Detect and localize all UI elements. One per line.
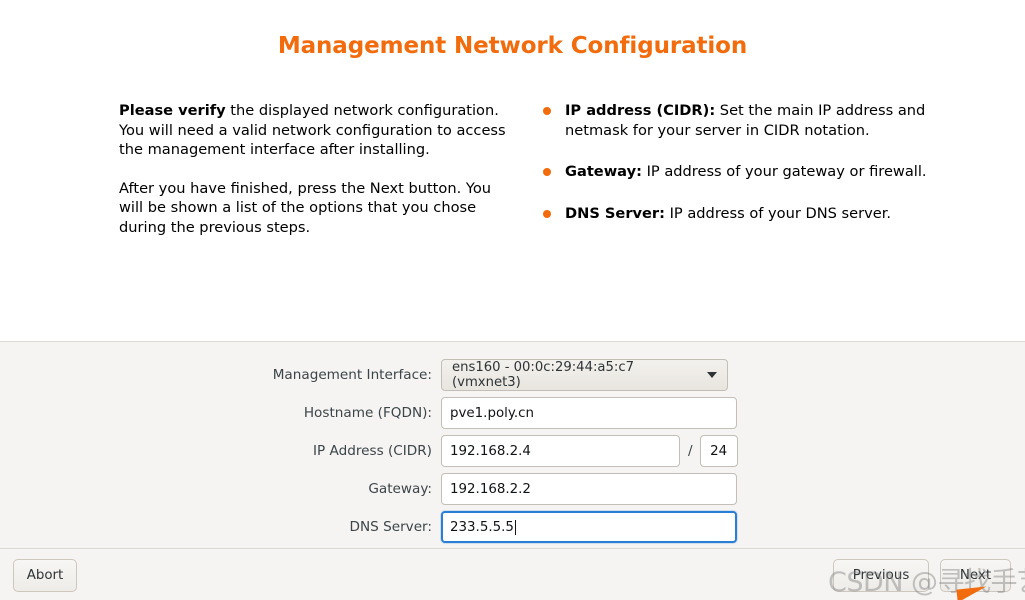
list-item: Gateway: IP address of your gateway or f… [536,162,956,182]
chevron-down-icon [707,372,717,378]
info-section: Management Network Configuration Please … [0,0,1025,342]
bullet-dot-icon [543,168,551,176]
hostname-input[interactable]: pve1.poly.cn [441,397,737,429]
intro-paragraph-2: After you have finished, press the Next … [119,179,492,236]
page-title: Management Network Configuration [277,33,748,59]
netmask-input-value: 24 [710,443,728,459]
dns-server-input-value: 233.5.5.5 [450,519,514,535]
bullet-text-gateway: IP address of your gateway or firewall. [641,163,927,180]
control-dns-server: 233.5.5.5 [441,511,737,543]
intro-left-column: Please verify the displayed network conf… [119,101,514,237]
form-row-management-interface: Management Interface: ens160 - 00:0c:29:… [0,356,1025,394]
bullet-dot-icon [543,107,551,115]
label-management-interface: Management Interface: [272,367,432,383]
bullet-term-ip-address: IP address (CIDR): [565,102,716,119]
form-rows: Management Interface: ens160 - 00:0c:29:… [0,356,1025,546]
abort-button[interactable]: Abort [13,559,77,592]
text-cursor-icon [514,519,516,535]
control-gateway: 192.168.2.2 [441,473,737,505]
label-gateway: Gateway: [368,481,432,497]
label-ip-address: IP Address (CIDR) [312,443,432,459]
netmask-input[interactable]: 24 [699,435,738,467]
bullet-text-dns-server: IP address of your DNS server. [664,204,892,222]
intro-paragraph-1: Please verify the displayed network conf… [119,101,514,160]
ip-address-input[interactable]: 192.168.2.4 [441,435,680,467]
label-dns-server: DNS Server: [349,519,432,535]
gateway-input-value: 192.168.2.2 [450,481,531,497]
form-row-hostname: Hostname (FQDN): pve1.poly.cn [0,394,1025,432]
form-row-gateway: Gateway: 192.168.2.2 [0,470,1025,508]
label-hostname: Hostname (FQDN): [303,405,432,421]
network-form-section: Management Interface: ens160 - 00:0c:29:… [0,342,1025,549]
field-help-list: IP address (CIDR): Set the main IP addre… [536,101,956,223]
control-management-interface: ens160 - 00:0c:29:44:a5:c7 (vmxnet3) [441,359,728,391]
bullet-term-gateway: Gateway: [565,163,642,180]
control-ip-address: 192.168.2.4 / 24 [441,435,738,467]
management-interface-dropdown[interactable]: ens160 - 00:0c:29:44:a5:c7 (vmxnet3) [441,359,728,391]
previous-button[interactable]: Previous [833,559,929,592]
gateway-input[interactable]: 192.168.2.2 [441,473,737,505]
list-item: DNS Server: IP address of your DNS serve… [536,204,956,224]
next-button[interactable]: Next [940,559,1011,592]
ip-address-input-value: 192.168.2.4 [450,443,531,459]
form-row-ip-address: IP Address (CIDR) 192.168.2.4 / 24 [0,432,1025,470]
form-row-dns-server: DNS Server: 233.5.5.5 [0,508,1025,546]
intro-columns: Please verify the displayed network conf… [0,101,1025,237]
bullet-dot-icon [543,209,551,218]
hostname-input-value: pve1.poly.cn [450,405,534,421]
intro-paragraph-1-emphasis: Please verify [119,102,226,119]
installer-window: Management Network Configuration Please … [0,0,1025,600]
cidr-separator: / [688,443,693,459]
control-hostname: pve1.poly.cn [441,397,737,429]
list-item: IP address (CIDR): Set the main IP addre… [536,101,956,140]
dns-server-input[interactable]: 233.5.5.5 [441,511,737,543]
button-bar: Abort Previous Next [0,549,1025,600]
intro-right-column: IP address (CIDR): Set the main IP addre… [536,101,956,237]
bullet-term-dns-server: DNS Server: [565,204,665,222]
management-interface-value: ens160 - 00:0c:29:44:a5:c7 (vmxnet3) [452,360,634,390]
